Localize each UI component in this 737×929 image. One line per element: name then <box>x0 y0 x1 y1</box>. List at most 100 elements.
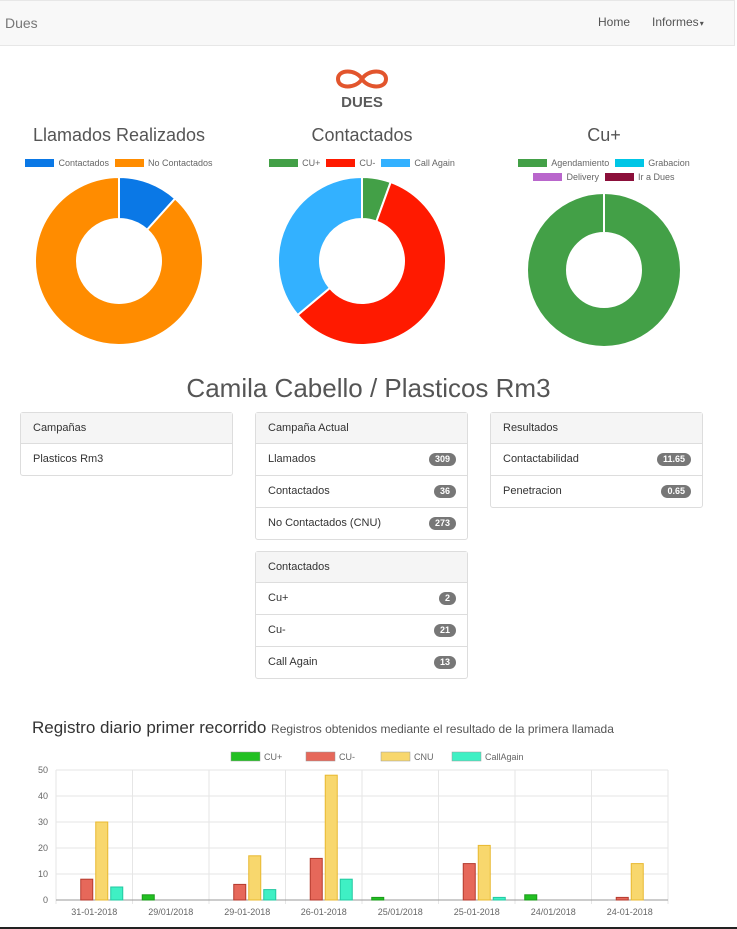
legend-swatch <box>380 751 411 762</box>
legend-item[interactable]: Contactados <box>25 158 109 168</box>
navbar-brand[interactable]: Dues <box>5 15 38 31</box>
bar-callagain <box>492 896 506 901</box>
bar-callagain <box>263 889 277 901</box>
legend-item[interactable]: Delivery <box>533 172 599 182</box>
x-tick-label: 25/01/2018 <box>378 907 423 917</box>
donut-slice <box>34 176 204 346</box>
y-tick-label: 10 <box>38 869 48 879</box>
legend-label: Grabacion <box>648 158 690 168</box>
donut-title-cuplus: Cu+ <box>587 125 621 145</box>
list-item-label: Cu+ <box>268 592 289 604</box>
panel-heading: Campañas <box>21 413 232 444</box>
nav-informes-dropdown[interactable]: Informes▾ <box>652 15 704 29</box>
bar-cu+ <box>524 894 538 901</box>
list-item-label: Llamados <box>268 453 316 465</box>
navbar: Dues Home Informes▾ <box>0 0 735 46</box>
legend-item[interactable]: Grabacion <box>615 158 690 168</box>
y-tick-label: 50 <box>38 765 48 775</box>
legend-cuplus: Agendamiento Grabacion Delivery Ir a Dues <box>494 158 714 182</box>
donut-slice <box>277 176 363 317</box>
list-item: Contactados 36 <box>256 476 467 508</box>
count-badge: 11.65 <box>656 453 691 466</box>
bar-cnu <box>95 821 109 901</box>
dues-logo: DUES <box>335 69 389 110</box>
daily-section-title: Registro diario primer recorrido Registr… <box>32 718 614 738</box>
legend-swatch <box>605 173 634 181</box>
panel-heading: Contactados <box>256 552 467 583</box>
legend-swatch <box>230 751 261 762</box>
panel-campana-actual: Campaña Actual Llamados 309 Contactados 36… <box>255 412 468 540</box>
legend-label: CU- <box>339 752 355 762</box>
nav-home-link[interactable]: Home <box>598 15 630 29</box>
list-item: Call Again 13 <box>256 647 467 678</box>
legend-item[interactable]: CU+ <box>269 158 320 168</box>
legend-swatch <box>451 751 482 762</box>
legend-item[interactable]: No Contactados <box>115 158 213 168</box>
panel-heading: Resultados <box>491 413 702 444</box>
legend-item[interactable]: CU- <box>326 158 375 168</box>
legend-item[interactable]: Call Again <box>381 158 455 168</box>
legend-label: Delivery <box>566 172 599 182</box>
list-item-label: Cu- <box>268 624 286 636</box>
y-tick-label: 20 <box>38 843 48 853</box>
x-tick-label: 29-01-2018 <box>224 907 270 917</box>
x-tick-label: 31-01-2018 <box>71 907 117 917</box>
count-badge: 2 <box>438 592 456 605</box>
bar-cnu <box>324 774 338 901</box>
bar-cu+ <box>371 896 385 901</box>
legend-swatch <box>518 159 548 167</box>
legend-swatch <box>326 159 356 167</box>
legend-item[interactable]: Ir a Dues <box>605 172 675 182</box>
legend-label: CallAgain <box>485 752 524 762</box>
y-tick-label: 0 <box>43 895 48 905</box>
legend-label: CU+ <box>264 752 282 762</box>
count-badge: 36 <box>433 485 456 498</box>
bar-callagain <box>110 886 124 901</box>
panel-campanas: Campañas Plasticos Rm3 <box>20 412 233 476</box>
y-tick-label: 30 <box>38 817 48 827</box>
daily-title: Registro diario primer recorrido <box>32 718 267 737</box>
legend-llamados: Contactados No Contactados <box>10 158 228 168</box>
logo-text: DUES <box>341 94 383 110</box>
x-tick-label: 29/01/2018 <box>148 907 193 917</box>
x-tick-label: 25-01-2018 <box>454 907 500 917</box>
legend-label: Contactados <box>58 158 109 168</box>
list-item-label: Contactabilidad <box>503 453 579 465</box>
donut-chart-cuplus <box>528 194 680 346</box>
list-item-label: Contactados <box>268 485 330 497</box>
x-tick-label: 24/01/2018 <box>531 907 576 917</box>
legend-label: CNU <box>414 752 434 762</box>
bar-callagain <box>339 878 353 901</box>
agent-campaign-title: Camila Cabello / Plasticos Rm3 <box>186 373 551 403</box>
legend-item[interactable]: Agendamiento <box>518 158 609 168</box>
donut-title-llamados: Llamados Realizados <box>32 125 206 145</box>
list-item[interactable]: Plasticos Rm3 <box>21 444 232 475</box>
bar-cnu <box>248 855 262 901</box>
x-tick-label: 26-01-2018 <box>301 907 347 917</box>
list-item-label: No Contactados (CNU) <box>268 517 382 529</box>
legend-label: Ir a Dues <box>638 172 675 182</box>
legend-label: Call Again <box>414 158 455 168</box>
bar-cnu <box>630 863 644 901</box>
list-item: Cu- 21 <box>256 615 467 647</box>
donut-chart-contactados <box>277 176 447 346</box>
panel-resultados: Resultados Contactabilidad 11.65 Penetrac… <box>490 412 703 508</box>
legend-contactados: CU+ CU- Call Again <box>252 158 472 168</box>
legend-swatch <box>269 159 299 167</box>
list-item: No Contactados (CNU) 273 <box>256 508 467 539</box>
bar-cu- <box>80 878 94 901</box>
bar-cu- <box>615 896 629 901</box>
list-item: Penetracion 0.65 <box>491 476 702 507</box>
donut-chart-llamados <box>34 176 204 346</box>
legend-swatch <box>115 159 144 167</box>
count-badge: 273 <box>428 517 456 530</box>
caret-down-icon: ▾ <box>699 19 704 28</box>
count-badge: 309 <box>428 453 456 466</box>
list-item: Contactabilidad 11.65 <box>491 444 702 476</box>
list-item-label: Plasticos Rm3 <box>33 453 104 465</box>
daily-bar-chart: CU+ CU- CNU CallAgain 0 10 20 30 40 50 31-01-2018 2… <box>38 751 669 917</box>
legend-label: No Contactados <box>148 158 213 168</box>
daily-subtitle: Registros obtenidos mediante el resultad… <box>271 722 614 736</box>
bar-cu- <box>309 857 323 901</box>
panel-heading: Campaña Actual <box>256 413 467 444</box>
